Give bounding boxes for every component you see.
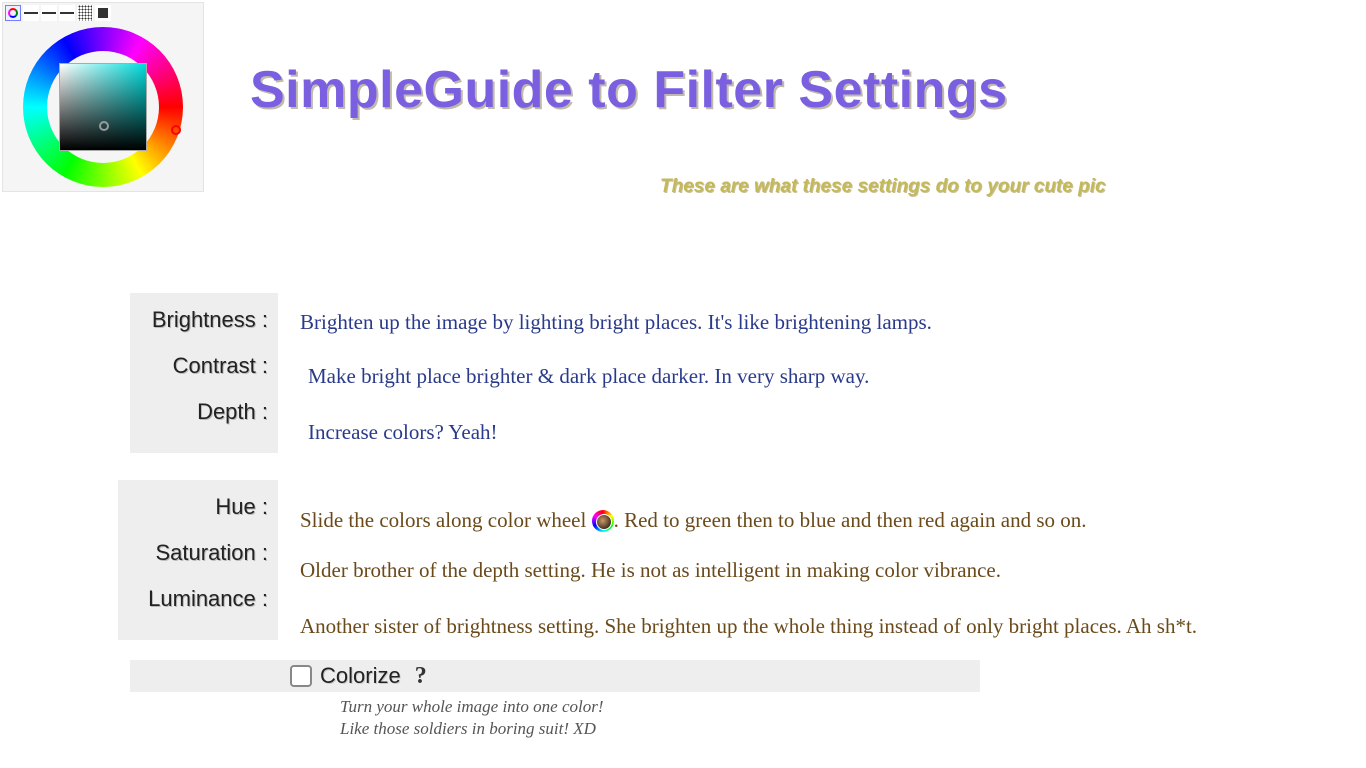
colorize-row: Colorize ? <box>130 660 980 692</box>
label-hue: Hue : <box>128 494 268 520</box>
colorize-caption-line1: Turn your whole image into one color! <box>340 697 603 716</box>
picker-tool-swatch[interactable] <box>95 5 111 21</box>
hue-indicator[interactable] <box>171 125 181 135</box>
label-saturation: Saturation : <box>128 540 268 566</box>
page-title: SimpleGuide to Filter Settings <box>250 60 1008 120</box>
labels-group-1: Brightness : Contrast : Depth : <box>130 293 278 453</box>
colorize-checkbox[interactable] <box>290 665 312 687</box>
desc-saturation: Older brother of the depth setting. He i… <box>300 558 1001 583</box>
label-contrast: Contrast : <box>140 353 268 379</box>
colorize-caption: Turn your whole image into one color! Li… <box>340 696 603 740</box>
picker-tool-dots[interactable] <box>77 5 93 21</box>
desc-contrast: Make bright place brighter & dark place … <box>308 364 869 389</box>
desc-hue: Slide the colors along color wheel . Red… <box>300 508 1087 533</box>
picker-tool-wheel[interactable] <box>5 5 21 21</box>
color-wheel[interactable] <box>13 27 193 187</box>
help-icon[interactable]: ? <box>415 663 427 690</box>
color-wheel-icon <box>592 510 614 532</box>
desc-hue-after: . Red to green then to blue and then red… <box>614 508 1087 532</box>
color-wheel-icon <box>8 8 18 18</box>
label-depth: Depth : <box>140 399 268 425</box>
label-luminance: Luminance : <box>128 586 268 612</box>
colorize-caption-line2: Like those soldiers in boring suit! XD <box>340 719 596 738</box>
picker-toolbar <box>3 3 203 23</box>
sv-indicator[interactable] <box>99 121 109 131</box>
colorize-label: Colorize <box>320 663 401 689</box>
labels-group-2: Hue : Saturation : Luminance : <box>118 480 278 640</box>
desc-brightness: Brighten up the image by lighting bright… <box>300 310 932 335</box>
desc-hue-before: Slide the colors along color wheel <box>300 508 586 532</box>
picker-tool-sliders-right[interactable] <box>59 5 75 21</box>
page-subtitle: These are what these settings do to your… <box>660 176 1106 198</box>
picker-tool-bars[interactable] <box>23 5 39 21</box>
sv-box[interactable] <box>59 63 147 151</box>
picker-tool-sliders-left[interactable] <box>41 5 57 21</box>
swatch-icon <box>98 8 108 18</box>
desc-depth: Increase colors? Yeah! <box>308 420 498 445</box>
desc-luminance: Another sister of brightness setting. Sh… <box>300 614 1197 639</box>
color-picker-panel <box>2 2 204 192</box>
label-brightness: Brightness : <box>140 307 268 333</box>
